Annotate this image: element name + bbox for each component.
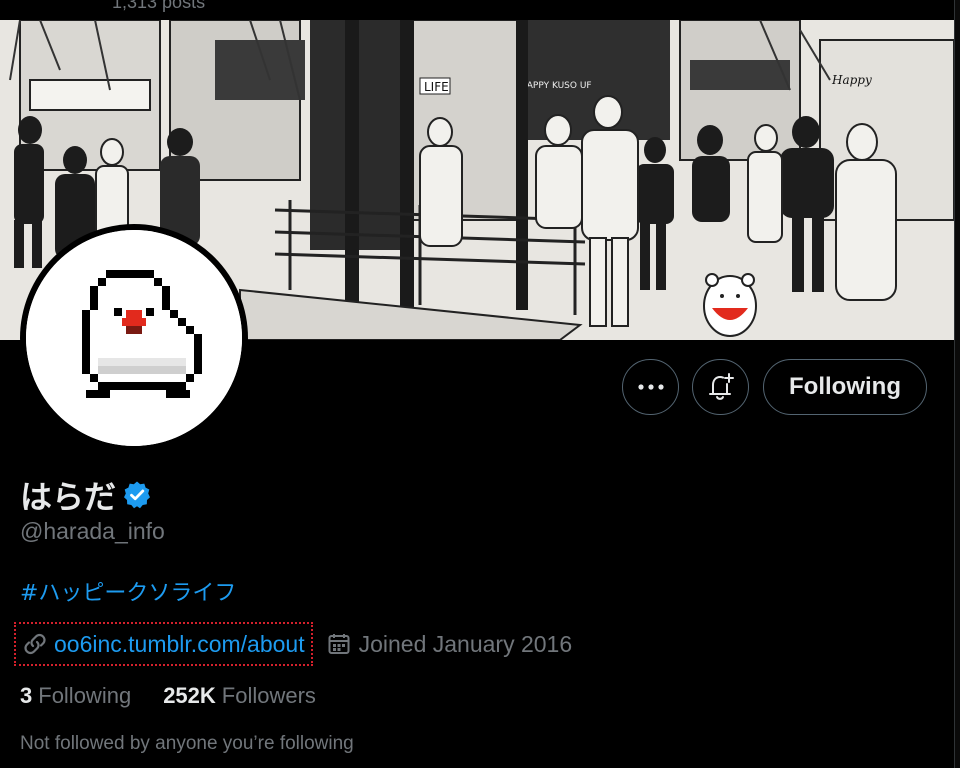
ellipsis-icon	[637, 384, 664, 390]
top-bar: 1,313 posts	[0, 0, 960, 20]
follow-stats: 3 Following 252K Followers	[20, 683, 316, 709]
followers-count: 252K	[163, 683, 216, 708]
mutual-followers-note: Not followed by anyone you’re following	[20, 733, 354, 754]
joined-date: Joined January 2016	[327, 630, 573, 658]
following-button[interactable]: Following	[763, 359, 927, 415]
banner-sign-store: HAPPY KUSO UF	[520, 81, 592, 91]
avatar[interactable]	[20, 224, 248, 452]
bell-plus-icon	[708, 373, 734, 400]
joined-date-text: Joined January 2016	[358, 630, 573, 657]
more-button[interactable]	[622, 359, 679, 415]
pixel-bird-icon	[26, 230, 242, 446]
following-label: Following	[38, 683, 132, 708]
post-count: 1,313 posts	[112, 0, 206, 12]
profile-meta-row: oo6inc.tumblr.com/about Joined January 2…	[14, 622, 572, 666]
website-link[interactable]: oo6inc.tumblr.com/about	[14, 622, 313, 666]
profile-handle: @harada_info	[20, 518, 165, 544]
scrollbar-track[interactable]	[954, 0, 960, 768]
verified-badge-icon[interactable]	[122, 480, 152, 510]
notifications-button[interactable]	[692, 359, 749, 415]
website-link-text[interactable]: oo6inc.tumblr.com/about	[54, 631, 305, 658]
link-icon	[24, 633, 46, 655]
display-name: はらだ	[20, 478, 117, 516]
followers-label: Followers	[221, 683, 316, 708]
profile-name-row: はらだ	[20, 472, 152, 518]
bio-hashtag-link[interactable]: #ハッピークソライフ	[20, 575, 236, 607]
followers-count-link[interactable]: 252K Followers	[163, 683, 316, 709]
following-count-link[interactable]: 3 Following	[20, 683, 131, 709]
following-count: 3	[20, 683, 33, 708]
banner-sign-happy: Happy	[831, 73, 872, 87]
calendar-icon	[328, 634, 350, 654]
avatar-image	[26, 230, 242, 446]
banner-sign-life: LIFE	[424, 80, 449, 94]
